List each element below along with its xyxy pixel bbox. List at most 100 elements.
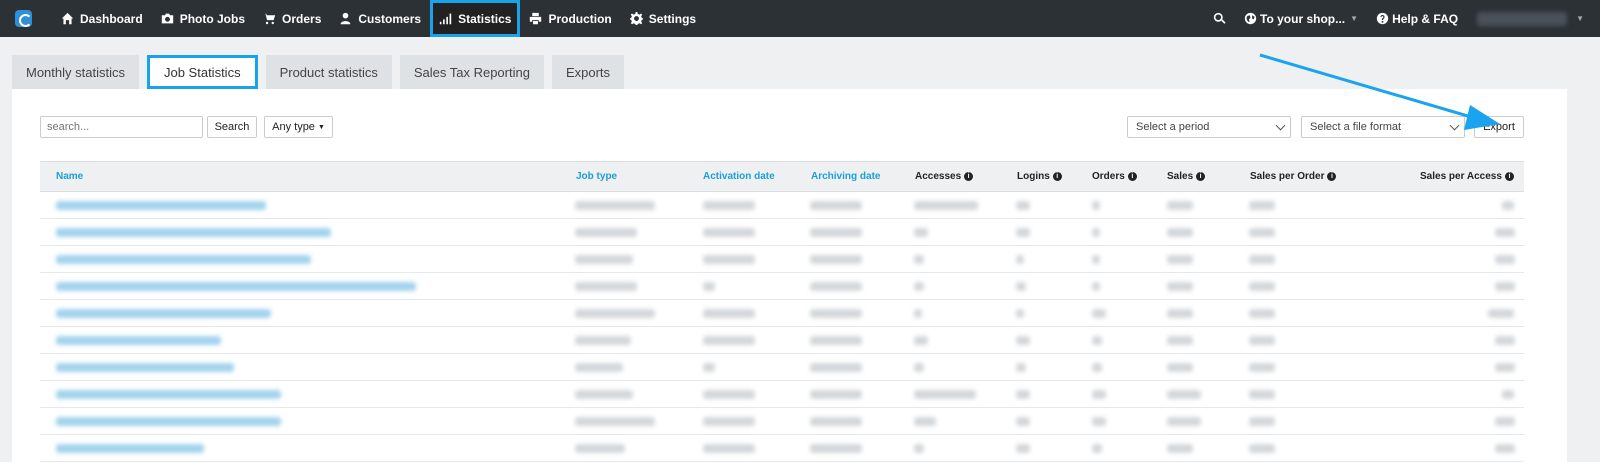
tab-exports[interactable]: Exports — [551, 55, 625, 89]
help-link[interactable]: Help & FAQ — [1367, 0, 1467, 37]
table-cell — [914, 228, 928, 237]
table-cell — [1495, 336, 1515, 345]
period-select[interactable]: Select a period — [1127, 116, 1291, 138]
column-header-activation-date[interactable]: Activation date — [703, 171, 775, 182]
job-name-link[interactable] — [56, 255, 311, 264]
type-filter-dropdown[interactable]: Any type ▼ — [264, 116, 333, 138]
info-icon[interactable]: i — [964, 172, 974, 181]
column-header-sales-per-order: Sales per Order i — [1250, 171, 1337, 182]
export-button[interactable]: Export — [1474, 116, 1524, 138]
table-cell — [914, 201, 978, 210]
nav-photo-jobs[interactable]: Photo Jobs — [152, 0, 254, 37]
tab-job-statistics[interactable]: Job Statistics — [146, 55, 258, 89]
table-row[interactable] — [40, 327, 1524, 354]
table-cell — [1016, 255, 1024, 264]
table-row[interactable] — [40, 354, 1524, 381]
table-cell — [914, 309, 922, 318]
job-name-link[interactable] — [56, 363, 234, 372]
table-cell — [1167, 390, 1201, 399]
shop-link[interactable]: To your shop... ▼ — [1235, 0, 1367, 37]
nav-statistics[interactable]: Statistics — [430, 0, 521, 37]
table-cell — [914, 282, 924, 291]
table-cell — [810, 390, 862, 399]
table-row[interactable] — [40, 246, 1524, 273]
search-icon — [1213, 12, 1226, 24]
nav-orders[interactable]: Orders — [254, 0, 330, 37]
table-cell — [1016, 336, 1030, 345]
table-row[interactable] — [40, 408, 1524, 435]
job-name-link[interactable] — [56, 282, 416, 291]
top-navbar: Dashboard Photo Jobs Orders Customers St… — [0, 0, 1600, 37]
question-circle-icon — [1376, 12, 1389, 25]
file-format-select[interactable]: Select a file format — [1301, 116, 1465, 138]
table-cell — [1488, 309, 1514, 318]
user-account-menu[interactable] — [1477, 11, 1568, 26]
nav-customers[interactable]: Customers — [330, 0, 430, 37]
table-cell — [810, 201, 862, 210]
table-cell — [1249, 363, 1275, 372]
search-button[interactable]: Search — [207, 116, 257, 138]
info-icon[interactable]: i — [1504, 172, 1514, 181]
table-cell — [1249, 255, 1275, 264]
table-cell — [810, 444, 862, 453]
table-cell — [1092, 390, 1106, 399]
file-format-select-label: Select a file format — [1310, 121, 1402, 133]
app-logo[interactable] — [15, 10, 32, 27]
tab-product-statistics[interactable]: Product statistics — [265, 55, 392, 89]
job-name-link[interactable] — [56, 390, 281, 399]
job-name-link[interactable] — [56, 336, 221, 345]
job-name-link[interactable] — [56, 417, 281, 426]
table-cell — [703, 336, 755, 345]
column-header-name[interactable]: Name — [56, 171, 83, 182]
table-row[interactable] — [40, 435, 1524, 462]
nav-settings[interactable]: Settings — [621, 0, 705, 37]
column-header-archiving-date[interactable]: Archiving date — [811, 171, 880, 182]
table-row[interactable] — [40, 192, 1524, 219]
info-icon[interactable]: i — [1127, 172, 1137, 181]
info-icon[interactable]: i — [1196, 172, 1206, 181]
nav-label: Settings — [648, 11, 697, 26]
table-cell — [810, 336, 862, 345]
table-row[interactable] — [40, 273, 1524, 300]
table-cell — [1249, 309, 1275, 318]
table-cell — [575, 390, 633, 399]
cart-icon — [263, 13, 276, 25]
table-row[interactable] — [40, 381, 1524, 408]
tab-monthly-statistics[interactable]: Monthly statistics — [12, 55, 139, 89]
table-cell — [1092, 417, 1106, 426]
table-cell — [1092, 255, 1100, 264]
camera-icon — [161, 13, 173, 24]
job-name-link[interactable] — [56, 309, 271, 318]
job-name-link[interactable] — [56, 444, 204, 453]
job-name-link[interactable] — [56, 228, 331, 237]
table-cell — [914, 444, 924, 453]
search-button[interactable] — [1204, 0, 1235, 37]
table-cell — [1502, 201, 1514, 210]
table-header: Name Job type Activation date Archiving … — [40, 161, 1524, 192]
column-header-accesses: Accesses i — [915, 171, 974, 182]
toolbar: Search Any type ▼ Select a period Select… — [40, 116, 1524, 139]
table-row[interactable] — [40, 219, 1524, 246]
type-filter-label: Any type — [272, 121, 315, 133]
table-cell — [1016, 228, 1030, 237]
nav-label: Production — [548, 11, 612, 26]
job-name-link[interactable] — [56, 201, 266, 210]
table-cell — [575, 201, 655, 210]
nav-dashboard[interactable]: Dashboard — [52, 0, 152, 37]
table-cell — [1167, 444, 1193, 453]
search-input[interactable] — [40, 116, 203, 138]
column-header-job-type[interactable]: Job type — [576, 171, 617, 182]
nav-production[interactable]: Production — [520, 0, 620, 37]
table-cell — [1167, 363, 1193, 372]
printer-icon — [530, 12, 542, 25]
table-cell — [1249, 417, 1275, 426]
info-icon[interactable]: i — [1052, 172, 1062, 181]
table-cell — [1092, 444, 1102, 453]
table-cell — [575, 444, 625, 453]
table-cell — [810, 417, 862, 426]
info-icon[interactable]: i — [1327, 172, 1337, 181]
table-row[interactable] — [40, 300, 1524, 327]
chevron-down-icon — [1275, 120, 1286, 131]
tab-sales-tax-reporting[interactable]: Sales Tax Reporting — [399, 55, 544, 89]
table-cell — [810, 363, 862, 372]
